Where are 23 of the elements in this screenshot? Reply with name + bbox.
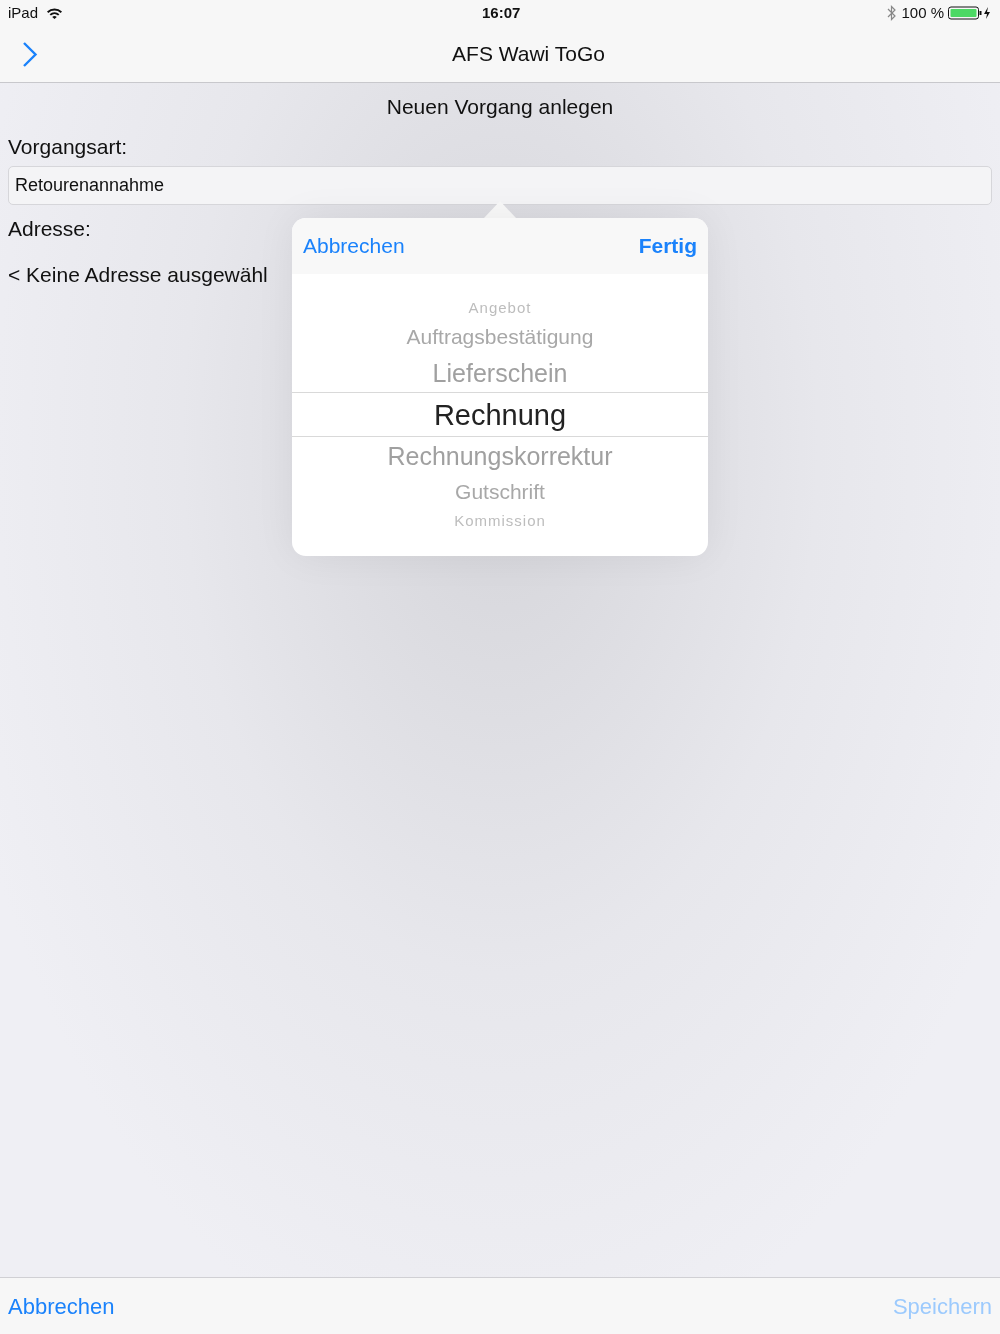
picker-option[interactable]: Rechnung — [292, 392, 708, 437]
done-button[interactable]: Fertig — [638, 230, 697, 262]
clock-time: 16:07 — [482, 2, 521, 23]
battery-percentage: 100 % — [901, 2, 944, 23]
cancel-button[interactable]: Abbrechen — [8, 1289, 115, 1323]
cancel-button[interactable]: Abbrechen — [303, 230, 405, 262]
chevron-right-icon[interactable] — [22, 41, 38, 68]
picker-option[interactable]: Gutschrift — [292, 475, 708, 509]
field-label: Adresse: — [8, 216, 92, 242]
picker-option[interactable]: Auftragsbestätigung — [292, 320, 708, 354]
address-link[interactable]: < Keine Adresse ausgewähl — [8, 258, 268, 290]
field-label: Vorgangsart: — [8, 133, 129, 160]
form-heading: Neuen Vorgang anlegen — [385, 94, 615, 120]
bluetooth-icon — [887, 5, 898, 21]
device-name: iPad — [8, 2, 39, 23]
wifi-icon — [46, 7, 64, 19]
input-field[interactable]: Retourenannahme — [8, 166, 992, 205]
battery-charging-icon — [948, 6, 992, 20]
picker-option[interactable]: Kommission — [292, 509, 708, 533]
picker-option[interactable]: Rechnungskorrektur — [292, 437, 708, 475]
picker-option[interactable]: Angebot — [292, 296, 708, 320]
picker-option[interactable]: Lieferschein — [292, 354, 708, 392]
nav-title: AFS Wawi ToGo — [452, 41, 605, 68]
